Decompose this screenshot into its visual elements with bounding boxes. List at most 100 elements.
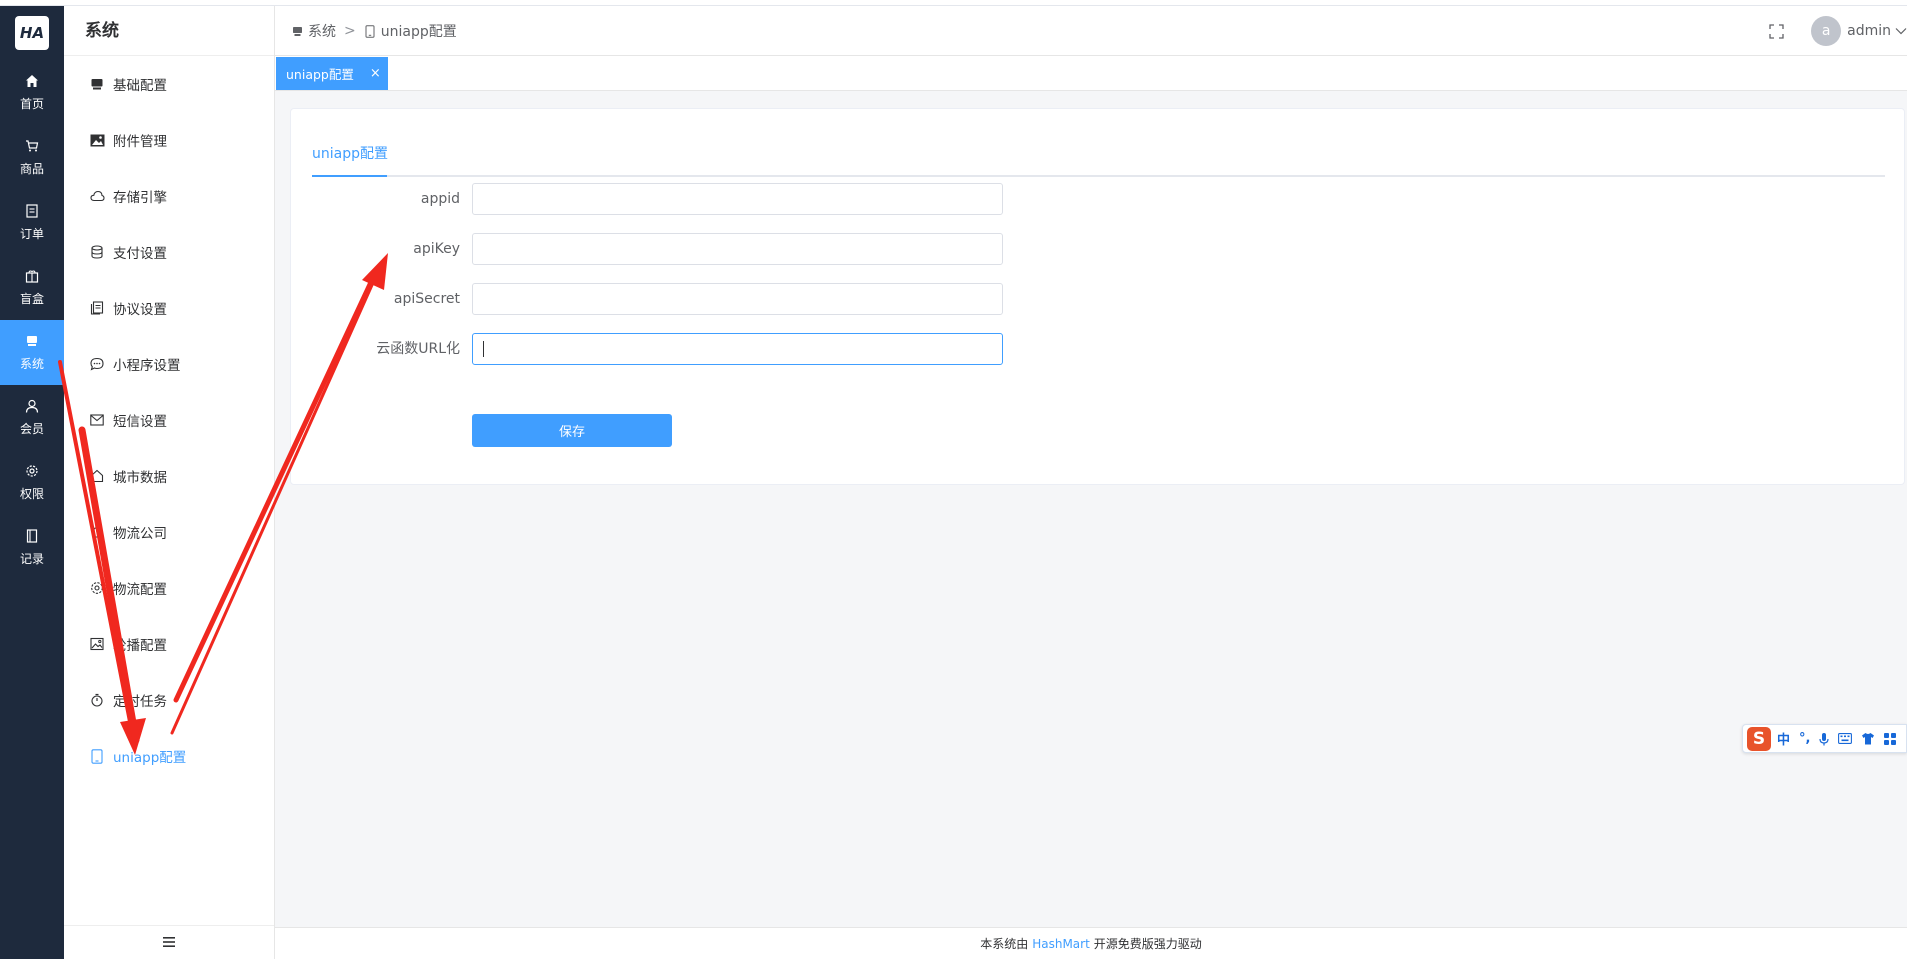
nav-item-records[interactable]: 记录	[0, 515, 64, 580]
cloud-function-url-label: 云函数URL化	[376, 341, 460, 357]
sub-menu-item-label: 轮播配置	[113, 638, 167, 654]
appid-input[interactable]	[472, 183, 1003, 215]
tabs-header: uniapp配置	[312, 133, 1885, 177]
sub-menu-panel: 系统 基础配置 附件管理 存储引擎 支付设置 协议设置 小程序设置 短信设置 城…	[64, 6, 275, 959]
nav-item-label: 会员	[19, 422, 44, 436]
appid-label: appid	[420, 191, 460, 207]
apisecret-input[interactable]	[472, 283, 1003, 315]
document-copy-icon	[89, 300, 105, 316]
footer-prefix: 本系统由	[980, 937, 1029, 951]
sub-menu-item-label: 附件管理	[113, 134, 167, 150]
nav-item-label: 首页	[19, 97, 44, 111]
fullscreen-icon[interactable]	[1767, 22, 1785, 40]
sub-menu-item-carousel[interactable]: 轮播配置	[64, 616, 274, 672]
sub-menu-item-city-data[interactable]: 城市数据	[64, 448, 274, 504]
close-icon[interactable]: ×	[370, 66, 381, 81]
sub-menu-item-scheduled-tasks[interactable]: 定时任务	[64, 672, 274, 728]
avatar[interactable]: a	[1811, 16, 1842, 46]
sub-menu-item-miniprogram[interactable]: 小程序设置	[64, 336, 274, 392]
sub-menu-item-label: 基础配置	[113, 78, 167, 94]
nav-item-goods[interactable]: 商品	[0, 125, 64, 190]
header-right-tools: a admin	[1767, 6, 1907, 56]
apisecret-label: apiSecret	[393, 291, 460, 307]
nav-item-label: 盲盒	[19, 292, 44, 306]
ime-chinese-mode-button[interactable]: 中	[1777, 729, 1790, 748]
chevron-down-icon[interactable]	[1895, 25, 1907, 37]
setting-icon	[89, 580, 105, 596]
app-logo[interactable]: HA	[15, 16, 49, 50]
nav-item-orders[interactable]: 订单	[0, 190, 64, 255]
breadcrumb-item-uniapp-config: uniapp配置	[380, 24, 457, 40]
apikey-input[interactable]	[472, 233, 1003, 265]
sogou-logo-icon[interactable]: S	[1747, 726, 1771, 751]
cellphone-icon	[89, 748, 105, 764]
sub-menu-item-attachments[interactable]: 附件管理	[64, 112, 274, 168]
sub-menu-item-label: 小程序设置	[113, 358, 181, 374]
menu-collapse-toggle[interactable]	[64, 925, 274, 959]
cloud-function-url-input[interactable]	[472, 333, 1003, 365]
microphone-icon[interactable]	[1819, 732, 1830, 746]
message-icon	[89, 412, 105, 428]
breadcrumb-item-system[interactable]: 系统	[308, 21, 336, 41]
tab-uniapp-config[interactable]: uniapp配置	[312, 133, 388, 177]
nav-item-label: 权限	[19, 487, 44, 501]
tag-label: uniapp配置	[286, 67, 354, 82]
sub-menu-item-label: 存储引擎	[113, 190, 167, 206]
footer-suffix: 开源免费版强力驱动	[1093, 937, 1202, 951]
sub-menu-title: 系统	[64, 6, 274, 56]
user-icon	[24, 398, 40, 414]
apikey-label: apiKey	[413, 241, 460, 257]
monitor-icon	[24, 333, 40, 349]
breadcrumb-separator: >	[344, 23, 356, 39]
footer-brand-link[interactable]: HashMart	[1032, 937, 1090, 951]
nav-item-members[interactable]: 会员	[0, 385, 64, 450]
ime-punctuation-button[interactable]: °,	[1799, 731, 1810, 746]
truck-icon	[89, 524, 105, 540]
sub-menu-item-storage[interactable]: 存储引擎	[64, 168, 274, 224]
save-button[interactable]: 保存	[472, 414, 672, 447]
monitor-icon	[89, 76, 105, 92]
username[interactable]: admin	[1847, 23, 1891, 39]
sub-menu-item-logistics-company[interactable]: 物流公司	[64, 504, 274, 560]
sub-menu-item-label: 定时任务	[113, 694, 167, 710]
tag-uniapp-config[interactable]: uniapp配置 ×	[276, 57, 388, 90]
sub-menu-item-label: 协议设置	[113, 302, 167, 318]
settings-icon	[24, 463, 40, 479]
order-icon	[24, 203, 40, 219]
chat-dot-icon	[89, 356, 105, 372]
sub-menu-item-payment[interactable]: 支付设置	[64, 224, 274, 280]
monitor-icon	[291, 25, 303, 37]
nav-item-permissions[interactable]: 权限	[0, 450, 64, 515]
top-header: 系统 > uniapp配置 a admin	[275, 6, 1907, 56]
form-item-appid: appid	[291, 183, 1291, 215]
sub-menu-item-basic-config[interactable]: 基础配置	[64, 56, 274, 112]
sub-menu-item-agreement[interactable]: 协议设置	[64, 280, 274, 336]
cart-icon	[24, 138, 40, 154]
home-icon	[24, 73, 40, 89]
nav-item-blindbox[interactable]: 盲盒	[0, 255, 64, 320]
nav-item-label: 订单	[19, 227, 44, 241]
house-icon	[89, 468, 105, 484]
sub-menu-item-label: 物流公司	[113, 526, 167, 542]
sub-menu-item-logistics-config[interactable]: 物流配置	[64, 560, 274, 616]
sub-menu-item-uniapp-config[interactable]: uniapp配置	[64, 728, 274, 784]
sub-menu-item-label: 城市数据	[113, 470, 167, 486]
main-nav-list: 首页 商品 订单 盲盒 系统 会员 权限 记录	[0, 60, 64, 580]
nav-item-label: 商品	[19, 162, 44, 176]
ime-toolbox-icon[interactable]	[1884, 732, 1897, 745]
form-item-apikey: apiKey	[291, 233, 1291, 265]
nav-item-home[interactable]: 首页	[0, 60, 64, 125]
sub-menu-item-sms[interactable]: 短信设置	[64, 392, 274, 448]
text-cursor	[483, 341, 484, 357]
breadcrumb: 系统 > uniapp配置	[291, 6, 457, 56]
keyboard-icon[interactable]	[1838, 733, 1853, 744]
menu-fold-icon	[163, 935, 175, 951]
form-item-apisecret: apiSecret	[291, 283, 1291, 315]
box-icon	[24, 268, 40, 284]
cloud-icon	[89, 188, 105, 204]
coins-icon	[89, 244, 105, 260]
sub-menu-item-label: 物流配置	[113, 582, 167, 598]
nav-item-system[interactable]: 系统	[0, 320, 64, 385]
page-footer: 本系统由 HashMart 开源免费版强力驱动	[275, 927, 1907, 959]
skin-shirt-icon[interactable]	[1861, 732, 1875, 745]
